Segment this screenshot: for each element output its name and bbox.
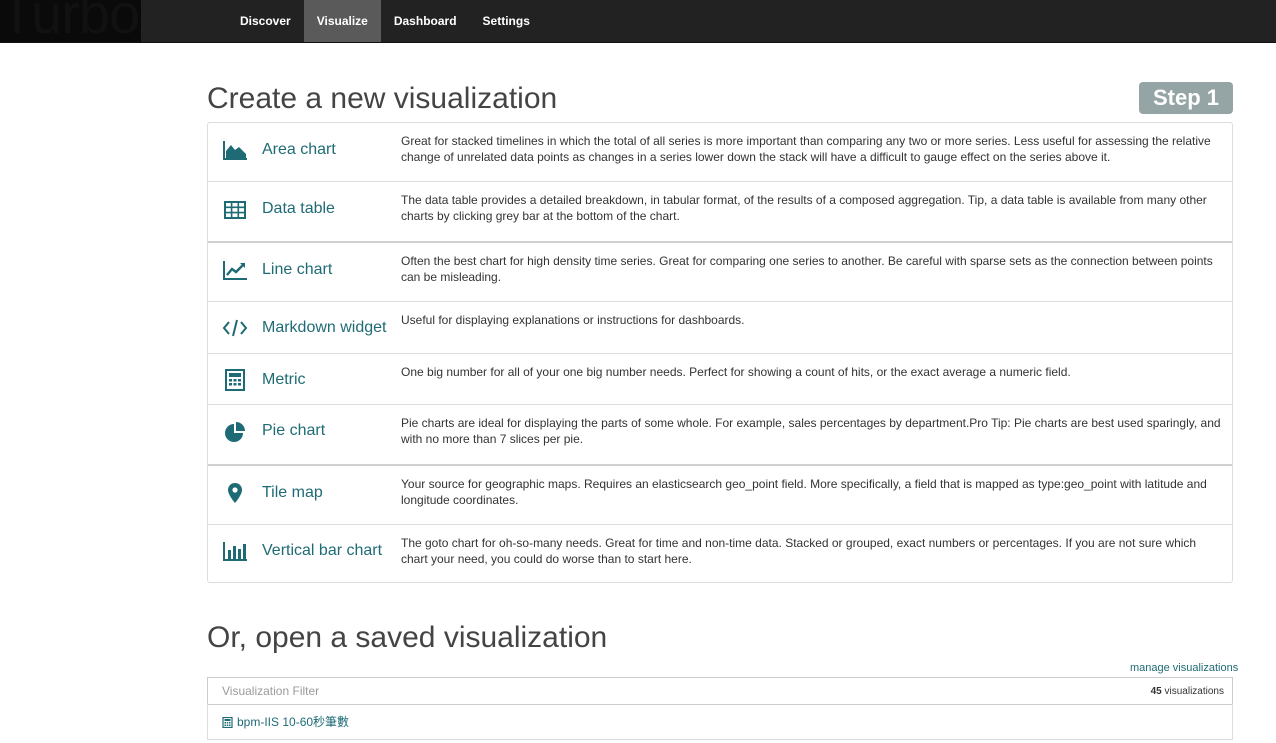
- top-navbar: Turbo Discover Visualize Dashboard Setti…: [0, 0, 1276, 43]
- type-title: Metric: [262, 371, 306, 388]
- type-description: Pie charts are ideal for displaying the …: [401, 416, 1221, 446]
- open-saved-heading: Or, open a saved visualization: [207, 621, 608, 654]
- type-description: Great for stacked timelines in which the…: [401, 134, 1211, 164]
- type-description: The goto chart for oh-so-many needs. Gre…: [401, 536, 1197, 566]
- type-description: Useful for displaying explanations or in…: [401, 313, 745, 327]
- calculator-icon: [222, 367, 248, 393]
- type-title: Markdown widget: [262, 319, 387, 336]
- manage-visualizations-link[interactable]: manage visualizations: [1130, 662, 1238, 674]
- type-row-line-chart[interactable]: Line chart Often the best chart for high…: [208, 241, 1232, 301]
- type-description: Often the best chart for high density ti…: [401, 254, 1213, 284]
- visualization-filter: 45 visualizations: [207, 677, 1233, 705]
- type-title: Data table: [262, 200, 335, 217]
- tab-discover[interactable]: Discover: [227, 0, 304, 42]
- tab-visualize[interactable]: Visualize: [303, 0, 381, 42]
- saved-visualization-item[interactable]: bpm-IIS 10-60秒筆數: [207, 704, 1233, 740]
- visualization-count-label: visualizations: [1161, 686, 1225, 697]
- pie-chart-icon: [222, 419, 248, 445]
- visualization-count: 45 visualizations: [1151, 686, 1224, 697]
- type-row-tile-map[interactable]: Tile map Your source for geographic maps…: [208, 464, 1232, 524]
- type-row-area-chart[interactable]: Area chart Great for stacked timelines i…: [208, 123, 1232, 181]
- bar-chart-icon: [222, 538, 248, 564]
- type-description: One big number for all of your one big n…: [401, 365, 1071, 379]
- brand-logo[interactable]: Turbo: [0, 0, 142, 42]
- type-description: The data table provides a detailed break…: [401, 193, 1207, 223]
- step-badge: Step 1: [1139, 82, 1233, 114]
- type-row-data-table[interactable]: Data table The data table provides a det…: [208, 181, 1232, 241]
- area-chart-icon: [222, 137, 248, 163]
- calculator-icon: [222, 715, 233, 729]
- tab-settings[interactable]: Settings: [470, 0, 543, 42]
- nav-tabs: Discover Visualize Dashboard Settings: [227, 0, 543, 42]
- type-title: Area chart: [262, 141, 336, 158]
- type-row-vertical-bar-chart[interactable]: Vertical bar chart The goto chart for oh…: [208, 524, 1232, 582]
- table-icon: [222, 197, 248, 223]
- visualization-type-list: Area chart Great for stacked timelines i…: [207, 122, 1233, 583]
- type-description: Your source for geographic maps. Require…: [401, 477, 1207, 507]
- type-title: Pie chart: [262, 422, 326, 439]
- line-chart-icon: [222, 257, 248, 283]
- visualization-filter-input[interactable]: [208, 678, 1122, 704]
- map-marker-icon: [222, 480, 248, 506]
- tab-dashboard[interactable]: Dashboard: [381, 0, 470, 42]
- type-title: Line chart: [262, 261, 333, 278]
- type-row-markdown-widget[interactable]: Markdown widget Useful for displaying ex…: [208, 301, 1232, 353]
- saved-visualization-title: bpm-IIS 10-60秒筆數: [237, 715, 350, 729]
- type-row-pie-chart[interactable]: Pie chart Pie charts are ideal for displ…: [208, 404, 1232, 464]
- visualization-count-number: 45: [1150, 686, 1162, 697]
- code-icon: [222, 315, 248, 341]
- type-row-metric[interactable]: Metric One big number for all of your on…: [208, 353, 1232, 404]
- type-title: Vertical bar chart: [262, 542, 383, 559]
- type-title: Tile map: [262, 484, 323, 501]
- create-heading: Create a new visualization: [207, 82, 558, 115]
